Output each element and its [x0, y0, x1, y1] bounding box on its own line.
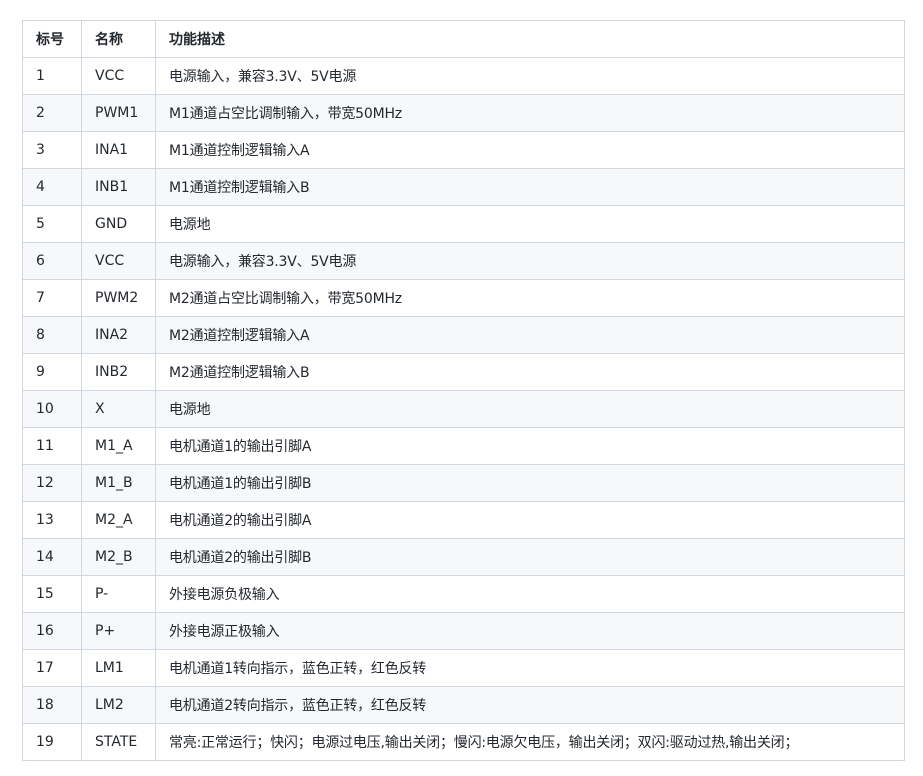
cell-number: 13 — [22, 501, 82, 539]
table-row: 15 P- 外接电源负极输入 — [22, 575, 905, 613]
cell-description: M2通道控制逻辑输入B — [155, 353, 905, 391]
cell-description: 电机通道2转向指示，蓝色正转，红色反转 — [155, 686, 905, 724]
table-row: 8 INA2 M2通道控制逻辑输入A — [22, 316, 905, 354]
cell-number: 6 — [22, 242, 82, 280]
cell-number: 15 — [22, 575, 82, 613]
cell-number: 12 — [22, 464, 82, 502]
header-name: 名称 — [81, 20, 156, 58]
table-row: 10 X 电源地 — [22, 390, 905, 428]
cell-description: 电机通道2的输出引脚A — [155, 501, 905, 539]
cell-name: VCC — [81, 242, 156, 280]
cell-description: 电机通道1的输出引脚A — [155, 427, 905, 465]
cell-name: PWM1 — [81, 94, 156, 132]
cell-description: 外接电源正极输入 — [155, 612, 905, 650]
table-header: 标号 名称 功能描述 — [22, 20, 905, 58]
cell-description: M1通道控制逻辑输入B — [155, 168, 905, 206]
cell-description: M1通道控制逻辑输入A — [155, 131, 905, 169]
cell-name: P+ — [81, 612, 156, 650]
cell-number: 7 — [22, 279, 82, 317]
cell-description: 电源地 — [155, 205, 905, 243]
cell-description: M1通道占空比调制输入，带宽50MHz — [155, 94, 905, 132]
table-row: 18 LM2 电机通道2转向指示，蓝色正转，红色反转 — [22, 686, 905, 724]
cell-description: 常亮:正常运行；快闪；电源过电压,输出关闭；慢闪:电源欠电压，输出关闭；双闪:驱… — [155, 723, 905, 761]
table-row: 16 P+ 外接电源正极输入 — [22, 612, 905, 650]
cell-name: STATE — [81, 723, 156, 761]
cell-number: 11 — [22, 427, 82, 465]
cell-number: 9 — [22, 353, 82, 391]
header-row: 标号 名称 功能描述 — [22, 20, 905, 58]
table-row: 5 GND 电源地 — [22, 205, 905, 243]
cell-description: 电源地 — [155, 390, 905, 428]
table-row: 9 INB2 M2通道控制逻辑输入B — [22, 353, 905, 391]
cell-number: 10 — [22, 390, 82, 428]
cell-number: 16 — [22, 612, 82, 650]
header-description: 功能描述 — [155, 20, 905, 58]
cell-description: 外接电源负极输入 — [155, 575, 905, 613]
table-row: 11 M1_A 电机通道1的输出引脚A — [22, 427, 905, 465]
cell-number: 1 — [22, 57, 82, 95]
cell-description: M2通道控制逻辑输入A — [155, 316, 905, 354]
cell-description: 电机通道1转向指示，蓝色正转，红色反转 — [155, 649, 905, 687]
cell-number: 19 — [22, 723, 82, 761]
table-body: 1 VCC 电源输入，兼容3.3V、5V电源 2 PWM1 M1通道占空比调制输入，带宽5… — [22, 57, 905, 761]
header-number: 标号 — [22, 20, 82, 58]
cell-name: INB1 — [81, 168, 156, 206]
cell-name: M1_A — [81, 427, 156, 465]
cell-name: M1_B — [81, 464, 156, 502]
cell-name: VCC — [81, 57, 156, 95]
pin-function-table: 标号 名称 功能描述 1 VCC 电源输入，兼容3.3V、5V电源 2 PWM1 M1通道… — [22, 20, 905, 761]
cell-number: 5 — [22, 205, 82, 243]
cell-name: M2_B — [81, 538, 156, 576]
cell-name: LM1 — [81, 649, 156, 687]
table-row: 13 M2_A 电机通道2的输出引脚A — [22, 501, 905, 539]
table-row: 19 STATE 常亮:正常运行；快闪；电源过电压,输出关闭；慢闪:电源欠电压，输出… — [22, 723, 905, 761]
cell-name: INA2 — [81, 316, 156, 354]
cell-name: X — [81, 390, 156, 428]
cell-name: PWM2 — [81, 279, 156, 317]
cell-name: LM2 — [81, 686, 156, 724]
table-row: 2 PWM1 M1通道占空比调制输入，带宽50MHz — [22, 94, 905, 132]
cell-number: 3 — [22, 131, 82, 169]
cell-number: 17 — [22, 649, 82, 687]
cell-number: 14 — [22, 538, 82, 576]
table-row: 17 LM1 电机通道1转向指示，蓝色正转，红色反转 — [22, 649, 905, 687]
table-row: 3 INA1 M1通道控制逻辑输入A — [22, 131, 905, 169]
cell-name: GND — [81, 205, 156, 243]
table-row: 6 VCC 电源输入，兼容3.3V、5V电源 — [22, 242, 905, 280]
cell-number: 18 — [22, 686, 82, 724]
cell-name: INA1 — [81, 131, 156, 169]
cell-number: 2 — [22, 94, 82, 132]
cell-name: M2_A — [81, 501, 156, 539]
table-row: 4 INB1 M1通道控制逻辑输入B — [22, 168, 905, 206]
table-row: 14 M2_B 电机通道2的输出引脚B — [22, 538, 905, 576]
table-row: 12 M1_B 电机通道1的输出引脚B — [22, 464, 905, 502]
cell-description: 电机通道2的输出引脚B — [155, 538, 905, 576]
cell-name: INB2 — [81, 353, 156, 391]
cell-description: 电机通道1的输出引脚B — [155, 464, 905, 502]
cell-name: P- — [81, 575, 156, 613]
pin-table-container: 标号 名称 功能描述 1 VCC 电源输入，兼容3.3V、5V电源 2 PWM1 M1通道… — [22, 20, 905, 761]
cell-number: 8 — [22, 316, 82, 354]
table-row: 1 VCC 电源输入，兼容3.3V、5V电源 — [22, 57, 905, 95]
cell-number: 4 — [22, 168, 82, 206]
cell-description: 电源输入，兼容3.3V、5V电源 — [155, 242, 905, 280]
cell-description: M2通道占空比调制输入，带宽50MHz — [155, 279, 905, 317]
cell-description: 电源输入，兼容3.3V、5V电源 — [155, 57, 905, 95]
table-row: 7 PWM2 M2通道占空比调制输入，带宽50MHz — [22, 279, 905, 317]
